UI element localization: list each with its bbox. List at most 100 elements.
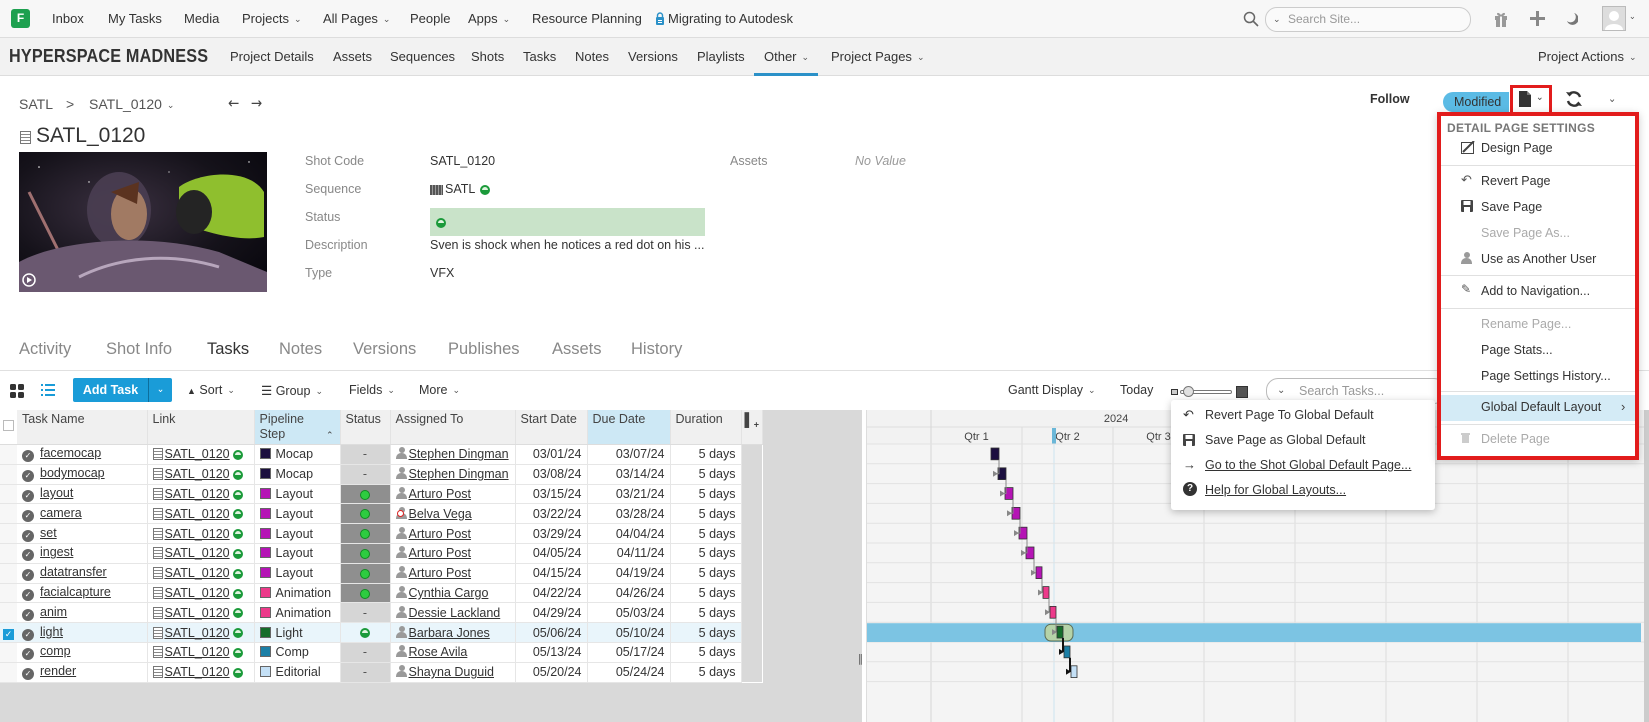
menu-use-as-another-user[interactable]: Use as Another User — [1481, 252, 1596, 266]
status-cell[interactable]: - — [340, 642, 391, 663]
pipeline-step-cell[interactable]: Editorial — [254, 662, 341, 683]
task-name-link[interactable]: facialcapture — [40, 585, 111, 599]
duration-cell[interactable]: 5 days — [670, 602, 742, 624]
duration-cell[interactable]: 5 days — [670, 523, 742, 544]
pipeline-step-cell[interactable]: Layout — [254, 523, 341, 544]
pipeline-step-cell[interactable]: Mocap — [254, 444, 341, 465]
table-row[interactable]: ✓ anim SATL_0120 Animation - Dessie Lackland… — [0, 602, 763, 624]
shot-link[interactable]: SATL_0120 — [165, 507, 230, 521]
duration-cell[interactable]: 5 days — [670, 642, 742, 663]
search-icon[interactable] — [1243, 11, 1259, 27]
assignee-link[interactable]: Arturo Post — [409, 546, 472, 560]
nav-my-tasks[interactable]: My Tasks — [108, 11, 162, 26]
more-button[interactable]: More ⌄ — [419, 383, 460, 397]
tab-assets[interactable]: Assets — [552, 340, 602, 359]
table-row[interactable]: ✓ comp SATL_0120 Comp - Rose Avila 05/13/24 05… — [0, 642, 763, 663]
col-pipeline-step[interactable]: Pipeline Step ⌃ — [254, 410, 341, 445]
menu-revert-page[interactable]: Revert Page — [1481, 174, 1550, 188]
proj-nav-other[interactable]: Other ⌄ — [764, 49, 809, 64]
gantt-scrollbar[interactable] — [1644, 410, 1649, 722]
table-row[interactable]: ✓ ✓ light SATL_0120 Light Barbara Jones 05/06… — [0, 622, 763, 643]
duration-cell[interactable]: 5 days — [670, 503, 742, 525]
proj-nav-notes[interactable]: Notes — [575, 49, 609, 64]
due-date-cell[interactable]: 03/28/24 — [587, 503, 671, 525]
shot-link[interactable]: SATL_0120 — [165, 586, 230, 600]
col-duration[interactable]: Duration — [670, 410, 742, 445]
zoom-slider[interactable] — [1171, 386, 1249, 398]
duration-cell[interactable]: 5 days — [670, 622, 742, 643]
tab-shot-info[interactable]: Shot Info — [106, 340, 172, 359]
status-cell[interactable] — [340, 563, 391, 584]
status-cell[interactable] — [340, 503, 391, 525]
due-date-cell[interactable]: 03/21/24 — [587, 484, 671, 505]
select-all-checkbox[interactable] — [3, 420, 14, 431]
status-cell[interactable] — [340, 543, 391, 564]
due-date-cell[interactable]: 04/26/24 — [587, 583, 671, 604]
pipeline-step-cell[interactable]: Layout — [254, 563, 341, 584]
due-date-cell[interactable]: 05/10/24 — [587, 622, 671, 643]
add-task-button[interactable]: Add Task — [73, 378, 148, 402]
gantt-display-button[interactable]: Gantt Display ⌄ — [1008, 383, 1096, 397]
menu-save-page[interactable]: Save Page — [1481, 200, 1542, 214]
duration-cell[interactable]: 5 days — [670, 484, 742, 505]
status-cell[interactable] — [340, 622, 391, 643]
site-search-input[interactable]: ⌄ Search Site... — [1265, 7, 1471, 32]
grid-view-icon[interactable] — [10, 384, 24, 398]
pipeline-step-cell[interactable]: Mocap — [254, 464, 341, 485]
menu-page-stats[interactable]: Page Stats... — [1481, 343, 1553, 357]
moon-icon[interactable] — [1566, 12, 1578, 25]
submenu-revert-to-global[interactable]: Revert Page To Global Default — [1205, 408, 1374, 422]
start-date-cell[interactable]: 05/20/24 — [515, 662, 588, 683]
due-date-cell[interactable]: 04/04/24 — [587, 523, 671, 544]
pipeline-step-cell[interactable]: Layout — [254, 484, 341, 505]
status-cell[interactable] — [340, 484, 391, 505]
due-date-cell[interactable]: 05/24/24 — [587, 662, 671, 683]
proj-nav-playlists[interactable]: Playlists — [697, 49, 745, 64]
task-name-link[interactable]: datatransfer — [40, 565, 107, 579]
tab-notes[interactable]: Notes — [279, 340, 322, 359]
field-value-shot-code[interactable]: SATL_0120 — [430, 154, 495, 168]
table-row[interactable]: ✓ camera SATL_0120 Layout Belva Vega 03/22/2… — [0, 503, 763, 525]
shot-thumbnail[interactable] — [19, 152, 267, 292]
table-row[interactable]: ✓ datatransfer SATL_0120 Layout Arturo Post… — [0, 563, 763, 584]
slider-handle[interactable] — [1183, 386, 1194, 397]
shot-link[interactable]: SATL_0120 — [165, 645, 230, 659]
today-button[interactable]: Today — [1120, 383, 1153, 397]
pipeline-step-cell[interactable]: Animation — [254, 602, 341, 624]
row-select-cell[interactable] — [0, 583, 17, 604]
table-row[interactable]: ✓ layout SATL_0120 Layout Arturo Post 03/15/… — [0, 484, 763, 505]
assignee-link[interactable]: Dessie Lackland — [409, 606, 501, 620]
add-column-cell[interactable]: ▌+ — [741, 410, 763, 445]
menu-page-settings-history[interactable]: Page Settings History... — [1481, 369, 1611, 383]
proj-nav-project-details[interactable]: Project Details — [230, 49, 314, 64]
gift-icon[interactable] — [1494, 10, 1508, 27]
chevron-down-icon[interactable]: ⌄ — [1273, 8, 1281, 31]
header-more-chevron-icon[interactable]: ⌄ — [1608, 92, 1616, 105]
assignee-link[interactable]: Barbara Jones — [409, 626, 490, 640]
task-name-link[interactable]: camera — [40, 506, 82, 520]
col-task-name[interactable]: Task Name — [17, 410, 148, 445]
modified-badge[interactable]: Modified — [1443, 92, 1510, 112]
nav-inbox[interactable]: Inbox — [52, 11, 84, 26]
table-row[interactable]: ✓ ingest SATL_0120 Layout Arturo Post 04/05/… — [0, 543, 763, 564]
row-select-cell[interactable] — [0, 503, 17, 525]
group-button[interactable]: ☰ Group ⌄ — [261, 383, 323, 398]
proj-nav-sequences[interactable]: Sequences — [390, 49, 455, 64]
start-date-cell[interactable]: 03/15/24 — [515, 484, 588, 505]
shot-link[interactable]: SATL_0120 — [165, 606, 230, 620]
plus-icon[interactable] — [1530, 11, 1545, 26]
shot-link[interactable]: SATL_0120 — [165, 467, 230, 481]
row-select-cell[interactable] — [0, 484, 17, 505]
duration-cell[interactable]: 5 days — [670, 563, 742, 584]
assignee-link[interactable]: Arturo Post — [409, 487, 472, 501]
add-column-icon[interactable]: ▌+ — [745, 412, 759, 430]
shot-link[interactable]: SATL_0120 — [165, 626, 230, 640]
start-date-cell[interactable]: 03/08/24 — [515, 464, 588, 485]
next-arrow-icon[interactable]: → — [251, 94, 262, 112]
field-value-type[interactable]: VFX — [430, 266, 454, 280]
fields-button[interactable]: Fields ⌄ — [349, 383, 395, 397]
task-name-link[interactable]: anim — [40, 605, 67, 619]
pipeline-step-cell[interactable]: Comp — [254, 642, 341, 663]
field-value-description[interactable]: Sven is shock when he notices a red dot … — [430, 238, 704, 252]
task-name-link[interactable]: layout — [40, 486, 73, 500]
